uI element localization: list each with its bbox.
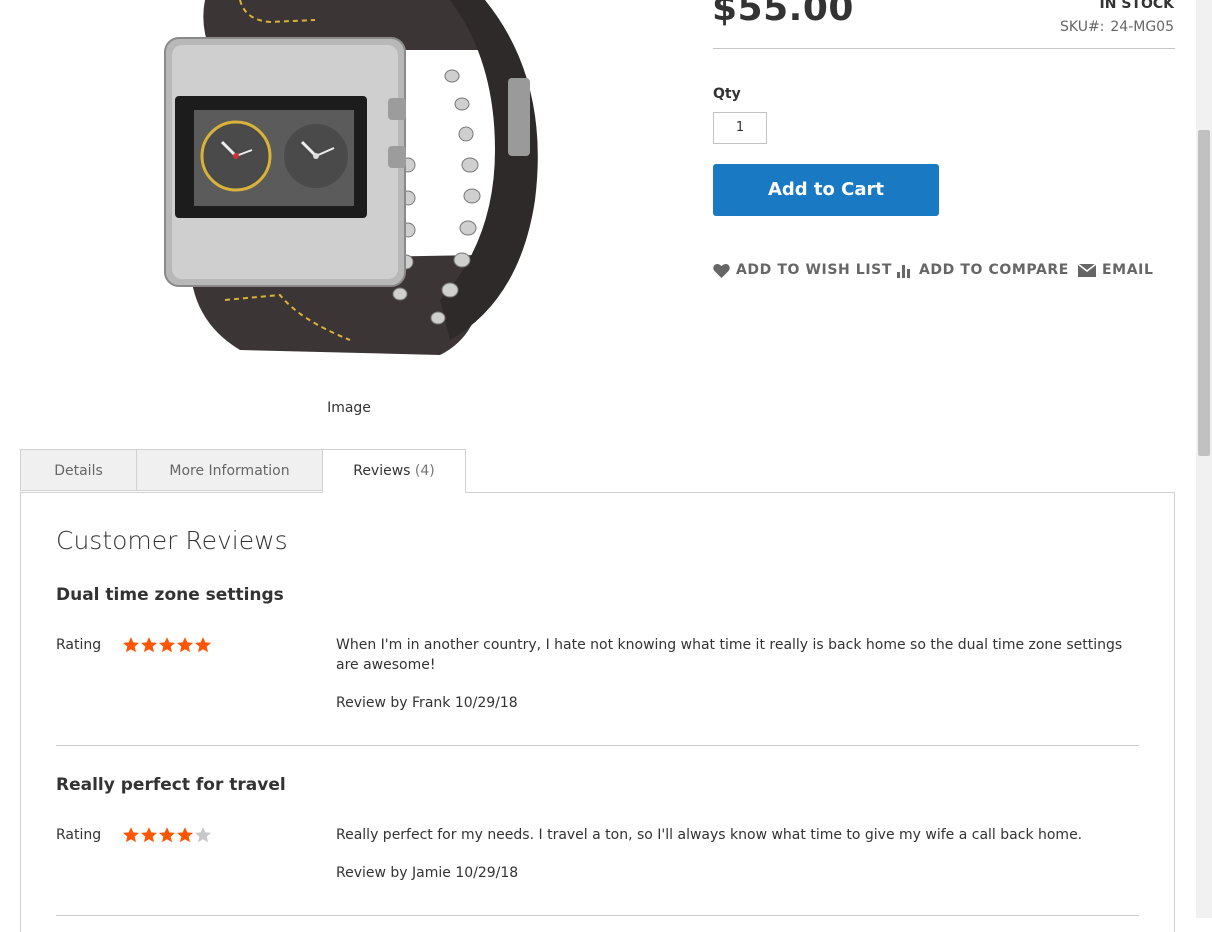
review-divider — [56, 915, 1139, 916]
add-to-cart-button[interactable]: Add to Cart — [713, 164, 939, 216]
star-filled-icon — [176, 827, 194, 843]
star-filled-icon — [158, 827, 176, 843]
review-divider — [56, 745, 1139, 746]
star-filled-icon — [194, 637, 212, 653]
rating-label: Rating — [56, 827, 102, 843]
product-price: $55.00 — [712, 0, 854, 29]
tab-reviews-label: Reviews — [353, 463, 411, 479]
qty-input[interactable]: 1 — [713, 112, 767, 144]
tab-more-information[interactable]: More Information — [136, 449, 323, 491]
watch-illustration — [164, 0, 538, 355]
add-to-compare-link[interactable]: ADD TO COMPARE — [896, 262, 1069, 278]
add-to-wishlist-link[interactable]: ADD TO WISH LIST — [713, 262, 892, 278]
stock-status: IN STOCK — [1099, 0, 1174, 12]
star-filled-icon — [122, 637, 140, 653]
email-label: EMAIL — [1102, 262, 1154, 278]
bar-chart-icon — [897, 264, 910, 278]
review-title: Really perfect for travel — [56, 775, 286, 795]
sku-value: 24-MG05 — [1110, 19, 1174, 35]
qty-label: Qty — [713, 86, 741, 102]
rating-label: Rating — [56, 637, 102, 653]
heart-icon — [713, 263, 730, 278]
compare-label: ADD TO COMPARE — [919, 262, 1069, 278]
review-text: When I'm in another country, I hate not … — [336, 637, 1123, 673]
review-byline: Review by Frank 10/29/18 — [336, 695, 518, 711]
tab-reviews-count: (4) — [414, 463, 435, 479]
star-filled-icon — [140, 637, 158, 653]
star-filled-icon — [158, 637, 176, 653]
rating-stars — [122, 636, 212, 654]
price-divider — [713, 48, 1175, 49]
wishlist-label: ADD TO WISH LIST — [736, 262, 892, 278]
reviews-tab-panel — [20, 492, 1175, 932]
review-byline: Review by Jamie 10/29/18 — [336, 865, 519, 881]
rating-stars — [122, 826, 212, 844]
email-link[interactable]: EMAIL — [1078, 262, 1153, 278]
product-image[interactable] — [150, 0, 550, 365]
star-empty-icon — [194, 827, 212, 843]
customer-reviews-heading: Customer Reviews — [56, 526, 288, 555]
star-filled-icon — [140, 827, 158, 843]
sku-label: SKU#: — [1060, 19, 1105, 35]
review-text: Really perfect for my needs. I travel a … — [336, 827, 1083, 843]
scrollbar-thumb[interactable] — [1198, 130, 1210, 456]
envelope-icon — [1078, 263, 1096, 277]
tab-details[interactable]: Details — [20, 449, 137, 491]
star-filled-icon — [122, 827, 140, 843]
image-caption: Image — [327, 400, 371, 416]
review-title: Dual time zone settings — [56, 585, 284, 605]
product-sku: SKU#: 24-MG05 — [1060, 19, 1174, 35]
tab-reviews[interactable]: Reviews (4) — [322, 449, 466, 493]
star-filled-icon — [176, 637, 194, 653]
